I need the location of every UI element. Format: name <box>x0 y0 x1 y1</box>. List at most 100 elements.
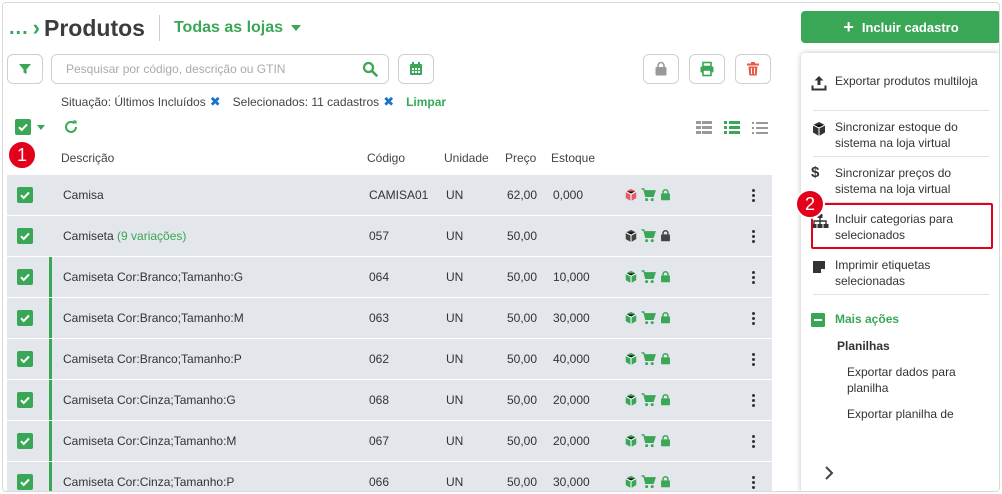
table-row[interactable]: Camiseta (9 variações) 057 UN 50,00 <box>7 216 772 257</box>
table-row[interactable]: Camiseta Cor:Cinza;Tamanho:G 068 UN 50,00 2… <box>7 380 772 421</box>
selection-bar <box>15 119 79 135</box>
clear-filters-link[interactable]: Limpar <box>406 95 446 109</box>
row-checkbox[interactable] <box>17 269 33 285</box>
print-button[interactable] <box>689 54 725 84</box>
row-menu-kebab-icon[interactable] <box>752 188 755 202</box>
store-selector[interactable]: Todas as lojas <box>174 19 302 37</box>
select-all-checkbox[interactable] <box>15 119 31 135</box>
cell-description: Camiseta Cor:Cinza;Tamanho:G <box>63 393 236 407</box>
shopping-bag-icon <box>655 61 667 76</box>
row-checkbox[interactable] <box>17 187 33 203</box>
menu-print-labels[interactable]: Imprimir etiquetas selecionadas <box>811 257 991 289</box>
include-record-button[interactable]: + Incluir cadastro <box>801 11 999 43</box>
row-menu-kebab-icon[interactable] <box>752 352 755 366</box>
cell-code: CAMISA01 <box>369 188 429 202</box>
column-header-description[interactable]: Descrição <box>61 151 114 165</box>
cell-code: 062 <box>369 352 390 366</box>
product-description: Camiseta Cor:Branco;Tamanho:M <box>63 311 244 325</box>
menu-sync-prices[interactable]: $ Sincronizar preços do sistema na loja … <box>811 165 991 197</box>
cell-stock: 20,000 <box>553 434 590 448</box>
row-checkbox[interactable] <box>17 351 33 367</box>
column-header-stock[interactable]: Estoque <box>551 151 595 165</box>
menu-divider <box>813 156 989 157</box>
product-description: Camiseta Cor:Cinza;Tamanho:M <box>63 434 237 448</box>
column-header-code[interactable]: Código <box>367 151 405 165</box>
cell-price: 50,00 <box>507 434 538 448</box>
cell-code: 057 <box>369 229 390 243</box>
cell-description: Camiseta Cor:Cinza;Tamanho:M <box>63 434 236 448</box>
shopping-bag-icon <box>661 435 670 447</box>
page-title: Produtos <box>44 14 145 41</box>
detailed-view-icon[interactable] <box>696 121 712 135</box>
sticky-note-icon <box>813 261 825 273</box>
cell-stock: 40,000 <box>553 352 590 366</box>
remove-selection-filter-icon[interactable]: ✖ <box>383 94 394 110</box>
shopping-bag-icon <box>661 230 670 242</box>
shopping-cart-icon <box>641 270 656 284</box>
cell-price: 50,00 <box>507 475 538 489</box>
shopping-cart-icon <box>641 229 656 243</box>
shopping-bag-icon <box>661 476 670 488</box>
bag-button[interactable] <box>643 54 679 84</box>
calendar-icon <box>410 62 422 75</box>
shopping-cart-icon <box>641 475 656 489</box>
row-checkbox[interactable] <box>17 310 33 326</box>
plus-icon: + <box>843 16 854 37</box>
products-table: Camisa CAMISA01 UN 62,00 0,000 Camiseta (9 v… <box>7 175 772 491</box>
cell-unit: UN <box>446 311 464 325</box>
menu-include-categories-label: Incluir categorias para selecionados <box>835 212 954 242</box>
row-menu-kebab-icon[interactable] <box>752 311 755 325</box>
view-mode-switcher <box>696 121 768 135</box>
table-row[interactable]: Camiseta Cor:Branco;Tamanho:G 064 UN 50,00… <box>7 257 772 298</box>
compact-view-icon[interactable] <box>752 121 768 135</box>
refresh-icon[interactable] <box>63 119 79 135</box>
cell-stock: 0,000 <box>553 188 584 202</box>
menu-export-sheet[interactable]: Exportar planilha de <box>847 406 997 422</box>
check-icon <box>20 437 30 446</box>
filter-button[interactable] <box>7 54 43 84</box>
chevron-right-icon[interactable] <box>823 465 835 481</box>
row-checkbox[interactable] <box>17 433 33 449</box>
menu-divider <box>813 110 989 111</box>
row-menu-kebab-icon[interactable] <box>752 393 755 407</box>
column-header-price[interactable]: Preço <box>505 151 536 165</box>
table-row[interactable]: Camisa CAMISA01 UN 62,00 0,000 <box>7 175 772 216</box>
row-menu-kebab-icon[interactable] <box>752 229 755 243</box>
row-menu-kebab-icon[interactable] <box>752 434 755 448</box>
table-row[interactable]: Camiseta Cor:Branco;Tamanho:M 063 UN 50,00… <box>7 298 772 339</box>
calendar-button[interactable] <box>398 54 434 84</box>
remove-situation-filter-icon[interactable]: ✖ <box>210 94 221 110</box>
table-row[interactable]: Camiseta Cor:Branco;Tamanho:P 062 UN 50,00… <box>7 339 772 380</box>
delete-button[interactable] <box>735 54 771 84</box>
search-input[interactable] <box>66 62 362 76</box>
more-actions-toggle[interactable]: Mais ações <box>811 311 991 331</box>
row-menu-kebab-icon[interactable] <box>752 475 755 489</box>
menu-export-multistore[interactable]: Exportar produtos multiloja <box>811 73 991 95</box>
cell-unit: UN <box>446 188 464 202</box>
step-badge-2: 2 <box>795 189 825 219</box>
active-filters: Situação: Últimos Incluídos ✖ Selecionad… <box>61 94 446 110</box>
list-view-icon[interactable] <box>724 121 740 135</box>
cell-unit: UN <box>446 352 464 366</box>
spreadsheets-heading: Planilhas <box>837 338 999 354</box>
table-row[interactable]: Camiseta Cor:Cinza;Tamanho:P 066 UN 50,00 3… <box>7 462 772 491</box>
shopping-cart-icon <box>641 393 656 407</box>
step-badge-1: 1 <box>7 140 37 170</box>
cell-stock: 30,000 <box>553 475 590 489</box>
cell-code: 064 <box>369 270 390 284</box>
breadcrumb-ellipsis[interactable]: ... <box>9 17 29 40</box>
row-menu-kebab-icon[interactable] <box>752 270 755 284</box>
row-checkbox[interactable] <box>17 392 33 408</box>
column-header-unit[interactable]: Unidade <box>444 151 489 165</box>
cell-price: 50,00 <box>507 270 538 284</box>
menu-include-categories[interactable]: Incluir categorias para selecionados <box>811 211 991 243</box>
variations-link[interactable]: (9 variações) <box>117 229 186 243</box>
table-row[interactable]: Camiseta Cor:Cinza;Tamanho:M 067 UN 50,00 2… <box>7 421 772 462</box>
row-checkbox[interactable] <box>17 474 33 490</box>
check-icon <box>20 232 30 241</box>
search-icon[interactable] <box>362 61 378 77</box>
selection-dropdown-caret-icon[interactable] <box>37 124 45 130</box>
menu-sync-stock[interactable]: Sincronizar estoque do sistema na loja v… <box>811 119 991 151</box>
row-checkbox[interactable] <box>17 228 33 244</box>
menu-export-data[interactable]: Exportar dados para planilha <box>847 364 997 396</box>
